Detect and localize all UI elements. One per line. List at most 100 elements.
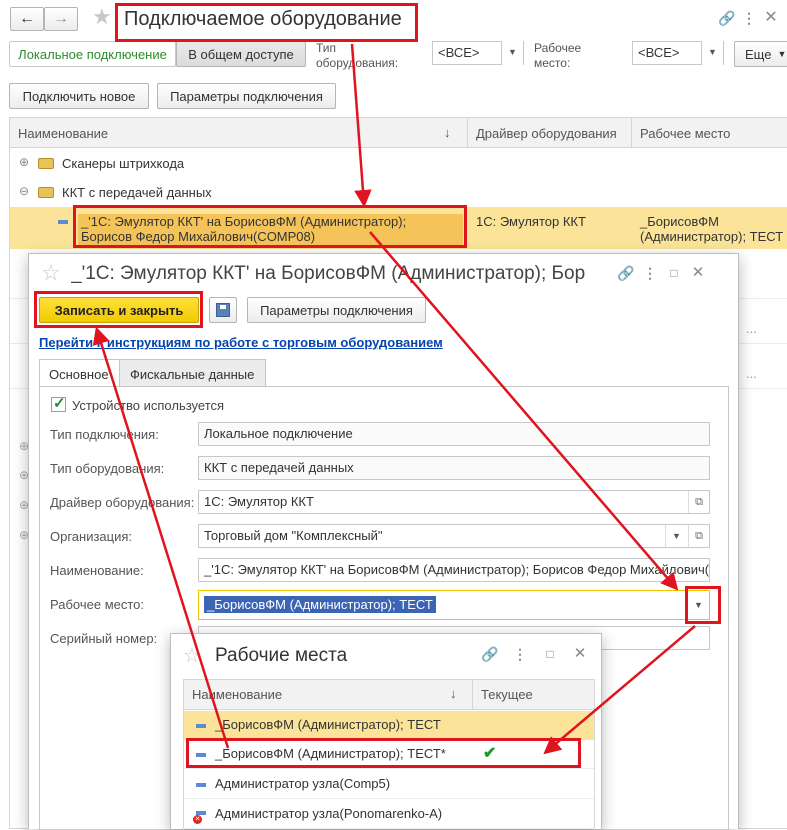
- list-item[interactable]: _БорисовФМ (Администратор); ТЕСТ: [184, 711, 594, 740]
- org-label: Организация:: [50, 529, 133, 544]
- popup-title: Рабочие места: [215, 645, 348, 666]
- group-label: ККТ с передачей данных: [62, 185, 212, 200]
- tab-main-label: Основное: [49, 367, 109, 382]
- connection-params-button[interactable]: Параметры подключения: [157, 83, 336, 109]
- equip-type-field: ККТ с передачей данных: [198, 456, 710, 480]
- maximize-icon[interactable]: □: [665, 264, 683, 282]
- link-icon[interactable]: 🔗: [718, 9, 736, 27]
- grid-header: Наименование ↓ Драйвер оборудования Рабо…: [10, 118, 787, 148]
- favorite-star-icon[interactable]: ★: [92, 4, 112, 30]
- item-icon: [196, 724, 206, 728]
- device-used-checkbox[interactable]: ✓: [51, 395, 66, 412]
- group-label: Сканеры штрихкода: [62, 156, 185, 171]
- workplaces-popup: ☆ Рабочие места 🔗 ⋮ □ ✕ Наименование ↓ Т…: [170, 633, 602, 830]
- item-name: Администратор узла(Comp5): [215, 776, 391, 791]
- item-icon: [196, 783, 206, 787]
- col-divider: [467, 118, 468, 148]
- popup-grid-header: Наименование ↓ Текущее: [184, 680, 594, 710]
- item-icon: [196, 753, 206, 757]
- ellipsis-text: ...: [746, 366, 757, 381]
- col-name[interactable]: Наименование: [18, 126, 108, 141]
- tab-fiscal[interactable]: Фискальные данные: [120, 359, 266, 387]
- close-icon[interactable]: ✕: [689, 264, 707, 282]
- open-icon[interactable]: ⧉: [688, 525, 709, 547]
- tab-local-connection[interactable]: Локальное подключение: [9, 41, 176, 67]
- forward-button[interactable]: →: [44, 7, 78, 31]
- more-vertical-icon[interactable]: ⋮: [641, 264, 659, 282]
- favorite-star-icon[interactable]: ☆: [183, 643, 201, 668]
- col-divider: [631, 118, 632, 148]
- expand-icon[interactable]: ⊕: [19, 155, 29, 169]
- col-workplace[interactable]: Рабочее место: [640, 126, 730, 141]
- save-button[interactable]: [209, 297, 237, 323]
- item-name: _БорисовФМ (Администратор); ТЕСТ*: [215, 746, 446, 761]
- folder-icon: [38, 158, 54, 169]
- driver-label: Драйвер оборудования:: [50, 495, 195, 510]
- more-vertical-icon[interactable]: ⋮: [740, 9, 758, 27]
- col-divider: [472, 680, 473, 710]
- current-checkmark-icon: ✔: [483, 745, 497, 762]
- filter-workplace-label: Рабочее место:: [534, 41, 582, 70]
- item-name: Администратор узла(Ponomarenko-A): [215, 806, 443, 821]
- equip-type-label: Тип оборудования:: [50, 461, 165, 476]
- col-current[interactable]: Текущее: [481, 687, 533, 702]
- favorite-star-icon[interactable]: ☆: [41, 260, 61, 286]
- cell-driver: 1С: Эмулятор ККТ: [476, 214, 586, 229]
- form-title: _'1С: Эмулятор ККТ' на БорисовФМ (Админи…: [71, 263, 586, 284]
- table-row-selected[interactable]: _'1С: Эмулятор ККТ' на БорисовФМ (Админи…: [10, 207, 787, 249]
- workplace-value: _БорисовФМ (Администратор); ТЕСТ: [204, 596, 436, 613]
- save-and-close-button[interactable]: Записать и закрыть: [39, 297, 199, 323]
- back-button[interactable]: ←: [10, 7, 44, 31]
- cell-name: _'1С: Эмулятор ККТ' на БорисовФМ (Админи…: [78, 214, 463, 248]
- conn-type-label: Тип подключения:: [50, 427, 159, 442]
- chevron-down-icon[interactable]: ▼: [501, 41, 523, 65]
- open-icon[interactable]: ⧉: [688, 491, 709, 513]
- name-label: Наименование:: [50, 563, 144, 578]
- close-icon[interactable]: ✕: [762, 9, 780, 27]
- tab-main[interactable]: Основное: [39, 359, 120, 387]
- link-icon[interactable]: 🔗: [617, 264, 635, 282]
- driver-field[interactable]: 1С: Эмулятор ККТ: [198, 490, 710, 514]
- deleted-mark-icon: ✕: [193, 815, 202, 824]
- popup-grid: Наименование ↓ Текущее _БорисовФМ (Админ…: [183, 679, 595, 830]
- close-icon[interactable]: ✕: [571, 645, 589, 663]
- checkmark-icon: ✓: [53, 395, 66, 412]
- floppy-disk-icon: [216, 303, 230, 317]
- tab-fiscal-label: Фискальные данные: [130, 367, 255, 382]
- workplace-label: Рабочее место:: [50, 597, 145, 612]
- cell-name-line2: Борисов Федор Михайлович(COMP08): [81, 229, 316, 244]
- chevron-down-icon[interactable]: ▼: [701, 41, 723, 65]
- connection-params-button[interactable]: Параметры подключения: [247, 297, 426, 323]
- filter-type-label: Тип оборудования:: [316, 41, 399, 70]
- col-driver[interactable]: Драйвер оборудования: [476, 126, 617, 141]
- more-label: Еще: [745, 46, 772, 62]
- workplace-field[interactable]: _БорисовФМ (Администратор); ТЕСТ: [198, 590, 710, 620]
- cell-workplace: _БорисовФМ (Администратор); ТЕСТ: [640, 214, 783, 244]
- ellipsis-text: ...: [746, 321, 757, 336]
- collapse-icon[interactable]: ⊖: [19, 184, 29, 198]
- cell-workplace-line2: (Администратор); ТЕСТ: [640, 229, 784, 244]
- tree-row-scanners[interactable]: ⊕ Сканеры штрихкода: [10, 149, 787, 178]
- help-link[interactable]: Перейти к инструкциям по работе с торгов…: [39, 335, 443, 350]
- cell-name-line1: _'1С: Эмулятор ККТ' на БорисовФМ (Админи…: [81, 214, 407, 229]
- tree-row-kkt[interactable]: ⊖ ККТ с передачей данных: [10, 178, 787, 207]
- maximize-icon[interactable]: □: [541, 645, 559, 663]
- name-field[interactable]: _'1С: Эмулятор ККТ' на БорисовФМ (Админи…: [198, 558, 710, 582]
- list-item[interactable]: ✕ Администратор узла(Ponomarenko-A): [184, 800, 594, 829]
- more-button[interactable]: Еще ▼: [734, 41, 787, 67]
- connect-new-button[interactable]: Подключить новое: [9, 83, 149, 109]
- item-name: _БорисовФМ (Администратор); ТЕСТ: [215, 717, 441, 732]
- page-title: Подключаемое оборудование: [124, 8, 402, 30]
- col-name[interactable]: Наименование: [192, 687, 282, 702]
- serial-label: Серийный номер:: [50, 631, 158, 646]
- link-icon[interactable]: 🔗: [481, 645, 499, 663]
- chevron-down-icon[interactable]: ▼: [665, 525, 687, 547]
- list-item[interactable]: Администратор узла(Comp5): [184, 770, 594, 799]
- tab-shared[interactable]: В общем доступе: [176, 41, 306, 67]
- folder-icon: [38, 187, 54, 198]
- list-item[interactable]: _БорисовФМ (Администратор); ТЕСТ* ✔: [184, 740, 594, 769]
- more-vertical-icon[interactable]: ⋮: [511, 645, 529, 663]
- chevron-down-icon[interactable]: ▼: [688, 591, 709, 619]
- item-icon: [58, 220, 68, 224]
- org-field[interactable]: Торговый дом "Комплексный": [198, 524, 710, 548]
